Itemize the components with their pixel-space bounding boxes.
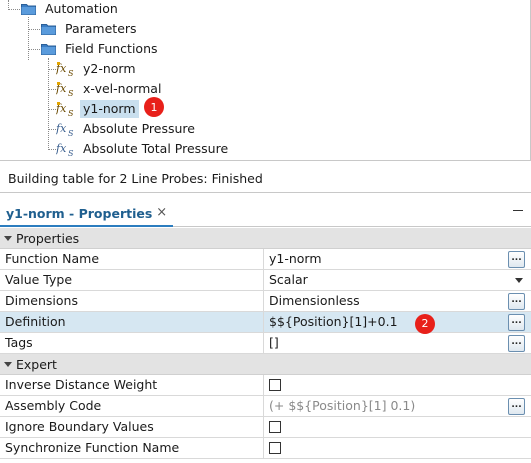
user-field-function-icon: fx S xyxy=(56,102,74,117)
property-name: Synchronize Function Name xyxy=(0,438,264,458)
property-name: Dimensions xyxy=(0,291,264,311)
section-label: Properties xyxy=(16,230,80,246)
property-value[interactable]: [] ... xyxy=(264,333,531,353)
svg-text:S: S xyxy=(68,89,74,97)
tags-value: [] xyxy=(269,335,279,350)
property-row-synchronize-function-name[interactable]: Synchronize Function Name xyxy=(0,438,531,459)
svg-text:fx: fx xyxy=(56,122,67,135)
field-function-icon: fx S xyxy=(56,122,74,137)
section-expert[interactable]: Expert xyxy=(0,354,531,375)
svg-text:S: S xyxy=(68,149,74,157)
property-row-assembly-code[interactable]: Assembly Code (+ $${Position}[1] 0.1) ..… xyxy=(0,396,531,417)
assembly-code-value: (+ $${Position}[1] 0.1) xyxy=(269,398,416,413)
tree-item-label: y1-norm xyxy=(80,100,139,118)
ellipsis-button[interactable]: ... xyxy=(508,293,525,310)
value-type-value: Scalar xyxy=(269,272,308,287)
tree-item-x-vel-normal[interactable]: fx S x-vel-normal xyxy=(56,79,164,99)
status-bar: Building table for 2 Line Probes: Finish… xyxy=(0,160,531,193)
synchronize-function-name-checkbox[interactable] xyxy=(269,442,281,454)
folder-icon xyxy=(41,44,56,55)
annotation-badge-2: 2 xyxy=(415,314,435,334)
property-value[interactable] xyxy=(264,438,531,458)
property-value[interactable]: Scalar xyxy=(264,270,531,290)
svg-text:S: S xyxy=(68,129,74,137)
object-tree: Automation Parameters Field Functions fx… xyxy=(0,0,531,160)
collapse-arrow-icon[interactable] xyxy=(4,235,12,241)
property-row-inverse-distance-weight[interactable]: Inverse Distance Weight xyxy=(0,375,531,396)
ellipsis-button[interactable]: ... xyxy=(508,314,525,331)
minimize-icon[interactable] xyxy=(513,210,523,211)
tree-connector xyxy=(8,9,20,10)
dropdown-arrow-icon[interactable] xyxy=(515,278,523,283)
tree-item-label: x-vel-normal xyxy=(83,81,162,96)
svg-text:S: S xyxy=(68,109,74,117)
tree-item-parameters[interactable]: Parameters xyxy=(41,19,140,39)
tree-item-field-functions[interactable]: Field Functions xyxy=(41,39,161,59)
definition-value: $${Position}[1]+0.1 xyxy=(269,314,398,329)
ellipsis-button[interactable]: ... xyxy=(508,335,525,352)
inverse-distance-weight-checkbox[interactable] xyxy=(269,379,281,391)
property-value[interactable]: $${Position}[1]+0.1 ... 2 xyxy=(264,312,531,334)
function-name-value: y1-norm xyxy=(269,251,322,266)
tree-connector xyxy=(28,29,40,30)
property-value[interactable]: Dimensionless ... xyxy=(264,291,531,311)
property-name: Function Name xyxy=(0,249,264,269)
svg-text:S: S xyxy=(68,69,74,77)
svg-text:fx: fx xyxy=(56,142,67,155)
tree-item-automation[interactable]: Automation xyxy=(21,0,121,19)
property-name: Assembly Code xyxy=(0,396,264,416)
property-row-function-name[interactable]: Function Name y1-norm ... xyxy=(0,249,531,270)
field-function-icon: fx S xyxy=(56,142,74,157)
section-label: Expert xyxy=(16,356,57,372)
tree-connector xyxy=(28,49,40,50)
tree-item-label: Absolute Total Pressure xyxy=(83,141,229,156)
tree-item-y2-norm[interactable]: fx S y2-norm xyxy=(56,59,139,79)
property-name: Value Type xyxy=(0,270,264,290)
tree-item-label: Absolute Pressure xyxy=(83,121,195,136)
dimensions-value: Dimensionless xyxy=(269,293,360,308)
tree-connector xyxy=(28,17,29,60)
tree-item-label: Parameters xyxy=(65,21,137,36)
status-text: Building table for 2 Line Probes: Finish… xyxy=(8,171,263,186)
tree-item-label: y2-norm xyxy=(83,61,136,76)
property-row-value-type[interactable]: Value Type Scalar xyxy=(0,270,531,291)
section-properties[interactable]: Properties xyxy=(0,228,531,249)
tree-item-label: Field Functions xyxy=(65,41,158,56)
folder-icon xyxy=(41,24,56,35)
tree-item-y1-norm[interactable]: fx S y1-norm xyxy=(56,99,139,119)
user-field-function-icon: fx S xyxy=(56,82,74,97)
tree-item-absolute-pressure[interactable]: fx S Absolute Pressure xyxy=(56,119,198,139)
property-row-definition[interactable]: Definition $${Position}[1]+0.1 ... 2 xyxy=(0,312,531,334)
properties-tab-bar: y1-norm - Properties × xyxy=(0,201,531,227)
user-field-function-icon: fx S xyxy=(56,62,74,77)
property-name: Tags xyxy=(0,333,264,353)
property-row-dimensions[interactable]: Dimensions Dimensionless ... xyxy=(0,291,531,312)
ellipsis-button[interactable]: ... xyxy=(508,398,525,415)
ignore-boundary-values-checkbox[interactable] xyxy=(269,421,281,433)
property-name: Inverse Distance Weight xyxy=(0,375,264,395)
property-row-ignore-boundary-values[interactable]: Ignore Boundary Values xyxy=(0,417,531,438)
annotation-badge-1: 1 xyxy=(144,97,164,117)
tab-title: y1-norm - Properties xyxy=(6,206,153,221)
tab-properties[interactable]: y1-norm - Properties × xyxy=(0,201,174,227)
property-value[interactable] xyxy=(264,417,531,437)
folder-icon xyxy=(21,4,36,15)
property-value[interactable] xyxy=(264,375,531,395)
property-name: Ignore Boundary Values xyxy=(0,417,264,437)
property-name: Definition xyxy=(0,312,264,332)
property-value[interactable]: y1-norm ... xyxy=(264,249,531,269)
tree-connector xyxy=(48,58,49,150)
tree-item-absolute-total-pressure[interactable]: fx S Absolute Total Pressure xyxy=(56,139,231,159)
property-grid: Properties Function Name y1-norm ... Val… xyxy=(0,228,531,459)
ellipsis-button[interactable]: ... xyxy=(508,251,525,268)
close-icon[interactable]: × xyxy=(156,206,167,220)
collapse-arrow-icon[interactable] xyxy=(4,361,12,367)
tree-item-label: Automation xyxy=(45,1,118,16)
property-value[interactable]: (+ $${Position}[1] 0.1) ... xyxy=(264,396,531,416)
property-row-tags[interactable]: Tags [] ... xyxy=(0,333,531,354)
